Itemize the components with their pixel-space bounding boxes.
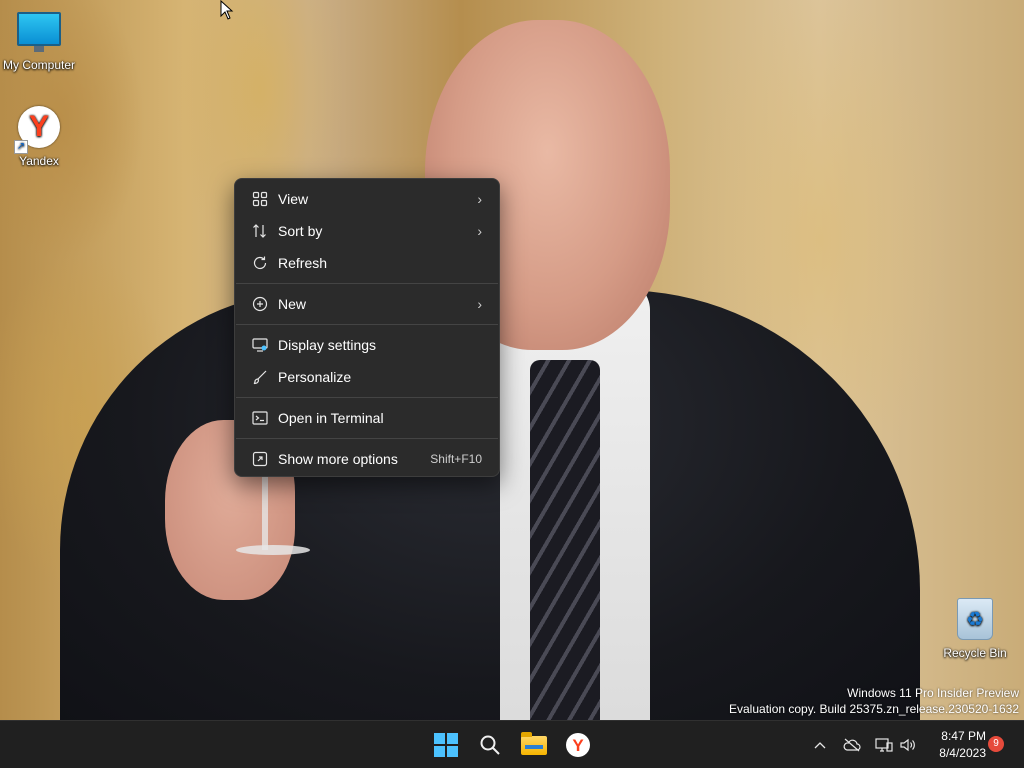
menu-separator [236, 397, 498, 398]
show-hidden-icons-button[interactable] [812, 735, 828, 755]
taskbar-search-button[interactable] [472, 727, 508, 763]
notification-badge[interactable]: 9 [988, 736, 1004, 752]
watermark-edition: Windows 11 Pro Insider Preview [847, 686, 1019, 700]
chevron-right-icon: › [477, 296, 482, 312]
refresh-icon [250, 255, 270, 271]
desktop-icon-my-computer[interactable]: My Computer [0, 12, 78, 72]
terminal-icon [250, 410, 270, 426]
grid-icon [250, 191, 270, 207]
cloud-off-icon [843, 738, 861, 752]
speaker-icon [900, 738, 915, 752]
desktop-icon-label: Recycle Bin [943, 646, 1007, 660]
mouse-cursor-icon [220, 0, 234, 20]
menu-item-personalize[interactable]: Personalize [240, 361, 494, 393]
windows-watermark: Windows 11 Pro Insider Preview Evaluatio… [729, 685, 1019, 717]
start-button[interactable] [428, 727, 464, 763]
menu-separator [236, 324, 498, 325]
recycle-bin-icon: ♻ [957, 598, 993, 640]
display-icon [250, 337, 270, 353]
volume-button[interactable] [899, 735, 917, 755]
menu-item-refresh[interactable]: Refresh [240, 247, 494, 279]
desktop-context-menu: View › Sort by › Refresh New › Display s… [234, 178, 500, 477]
taskbar-clock[interactable]: 8:47 PM 8/4/2023 [930, 728, 986, 762]
menu-separator [236, 438, 498, 439]
menu-item-label: Open in Terminal [278, 410, 384, 426]
menu-item-open-in-terminal[interactable]: Open in Terminal [240, 402, 494, 434]
chevron-right-icon: › [477, 223, 482, 239]
menu-item-label: Show more options [278, 451, 398, 467]
menu-item-label: View [278, 191, 309, 207]
menu-item-show-more-options[interactable]: Show more options Shift+F10 [240, 443, 494, 475]
desktop-icon-yandex[interactable]: Y ↗ Yandex [0, 106, 78, 168]
menu-item-sort-by[interactable]: Sort by › [240, 215, 494, 247]
file-explorer-icon [521, 731, 547, 755]
clock-date: 8/4/2023 [939, 746, 986, 760]
search-icon [480, 735, 500, 755]
network-icon [875, 738, 893, 752]
start-icon [434, 733, 458, 757]
menu-item-view[interactable]: View › [240, 183, 494, 215]
menu-item-label: New [278, 296, 307, 312]
desktop-icon-label: My Computer [2, 58, 76, 72]
plus-circle-icon [250, 296, 270, 312]
taskbar: Y 8:47 PM 8/4/2023 9 [0, 720, 1024, 768]
desktop-wallpaper [0, 0, 1024, 720]
menu-separator [236, 283, 498, 284]
sort-icon [250, 223, 270, 239]
menu-item-label: Refresh [278, 255, 328, 271]
menu-item-label: Display settings [278, 337, 377, 353]
keyboard-shortcut: Shift+F10 [430, 452, 482, 466]
shortcut-arrow-icon: ↗ [14, 140, 28, 154]
desktop-icon-label: Yandex [19, 154, 59, 168]
yandex-icon: Y [566, 733, 590, 757]
desktop-icon-recycle-bin[interactable]: ♻ Recycle Bin [936, 598, 1014, 660]
expand-icon [250, 451, 270, 467]
chevron-up-icon [814, 742, 826, 749]
watermark-build: Evaluation copy. Build 25375.zn_release.… [729, 702, 1019, 716]
wallpaper-figure-tie [530, 360, 600, 720]
yandex-taskbar-button[interactable]: Y [560, 727, 596, 763]
menu-item-display-settings[interactable]: Display settings [240, 329, 494, 361]
chevron-right-icon: › [477, 191, 482, 207]
monitor-icon [17, 12, 61, 52]
menu-item-label: Sort by [278, 223, 323, 239]
clock-time: 8:47 PM [941, 729, 986, 743]
menu-item-new[interactable]: New › [240, 288, 494, 320]
onedrive-button[interactable] [843, 735, 861, 755]
brush-icon [250, 369, 270, 385]
file-explorer-button[interactable] [516, 727, 552, 763]
wallpaper-glass-stem [262, 470, 268, 550]
network-button[interactable] [875, 735, 893, 755]
menu-item-label: Personalize [278, 369, 352, 385]
wallpaper-glass-base [236, 545, 310, 555]
yandex-icon: Y ↗ [14, 106, 60, 154]
